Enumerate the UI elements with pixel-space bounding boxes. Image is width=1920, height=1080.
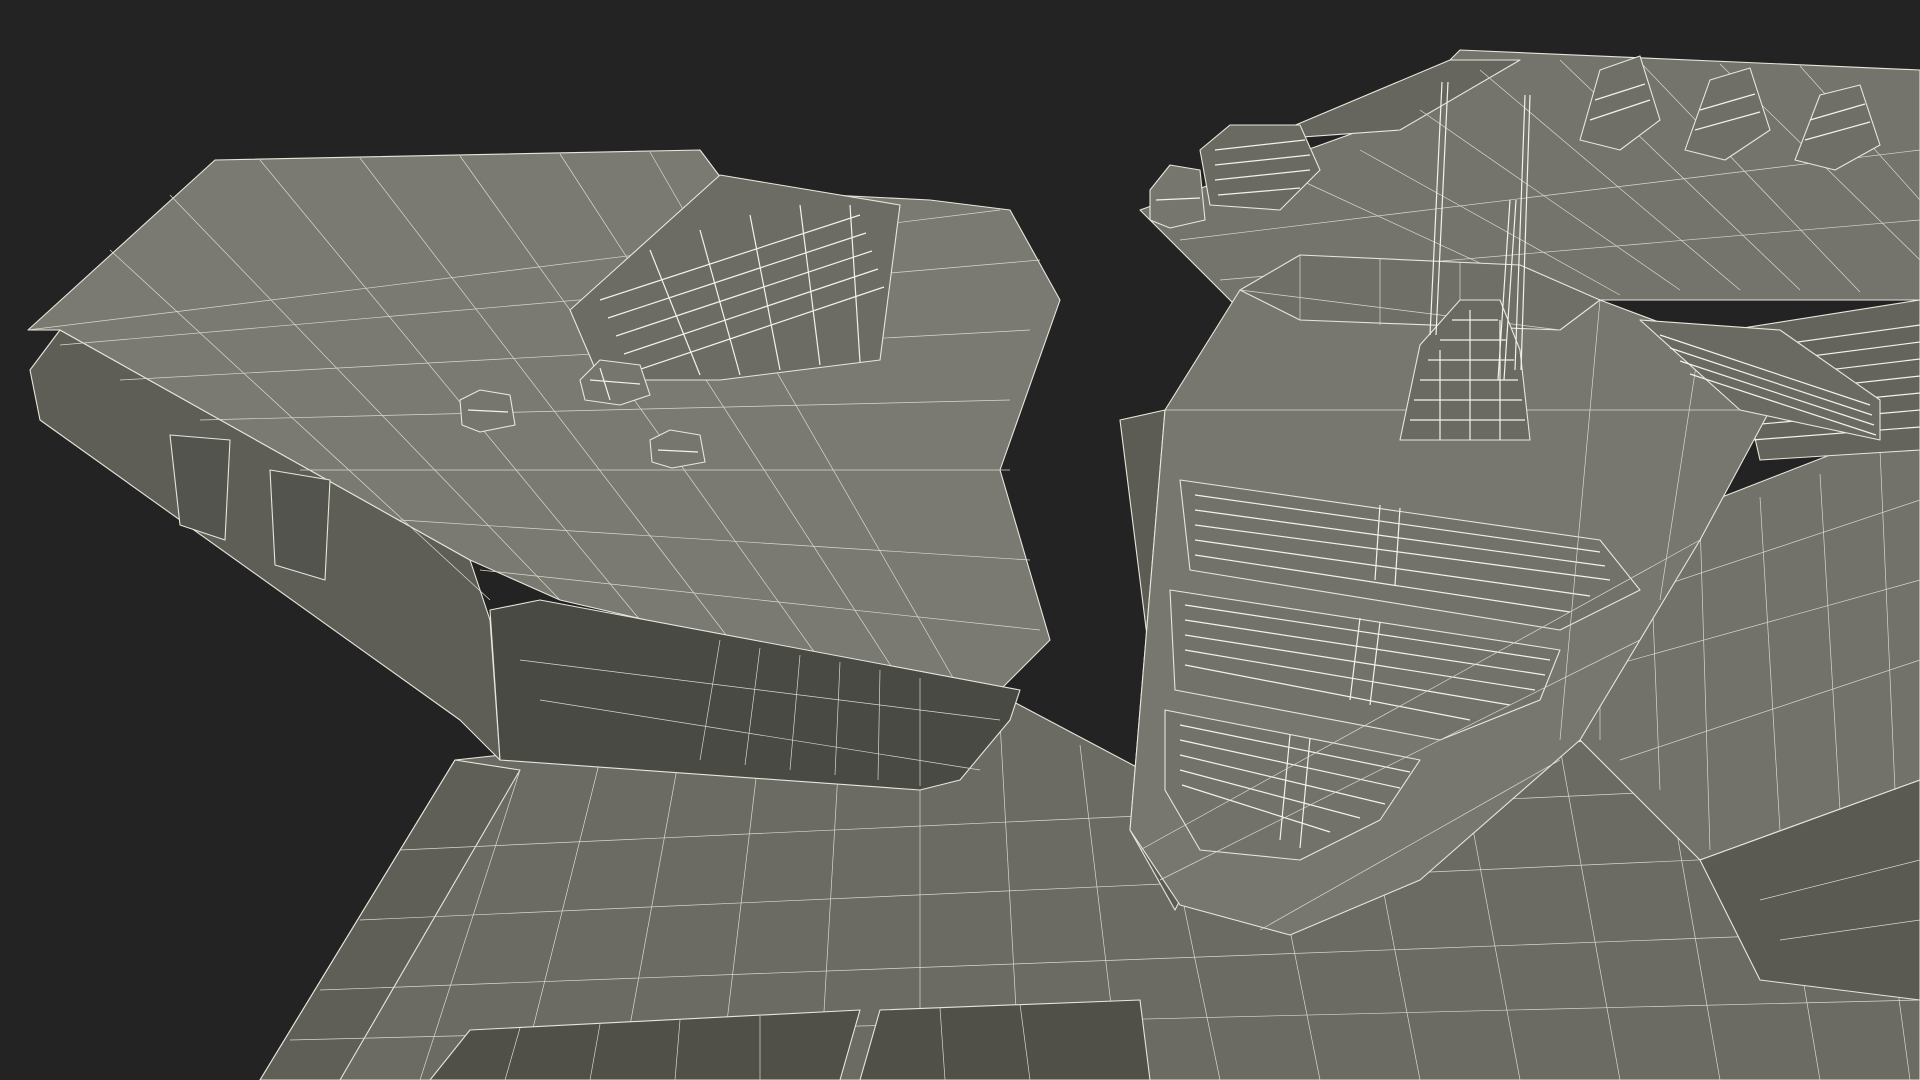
wing-turret-center (459, 389, 516, 433)
wing-turret-right (649, 429, 706, 469)
wireframe-render-viewport (0, 0, 1920, 1080)
